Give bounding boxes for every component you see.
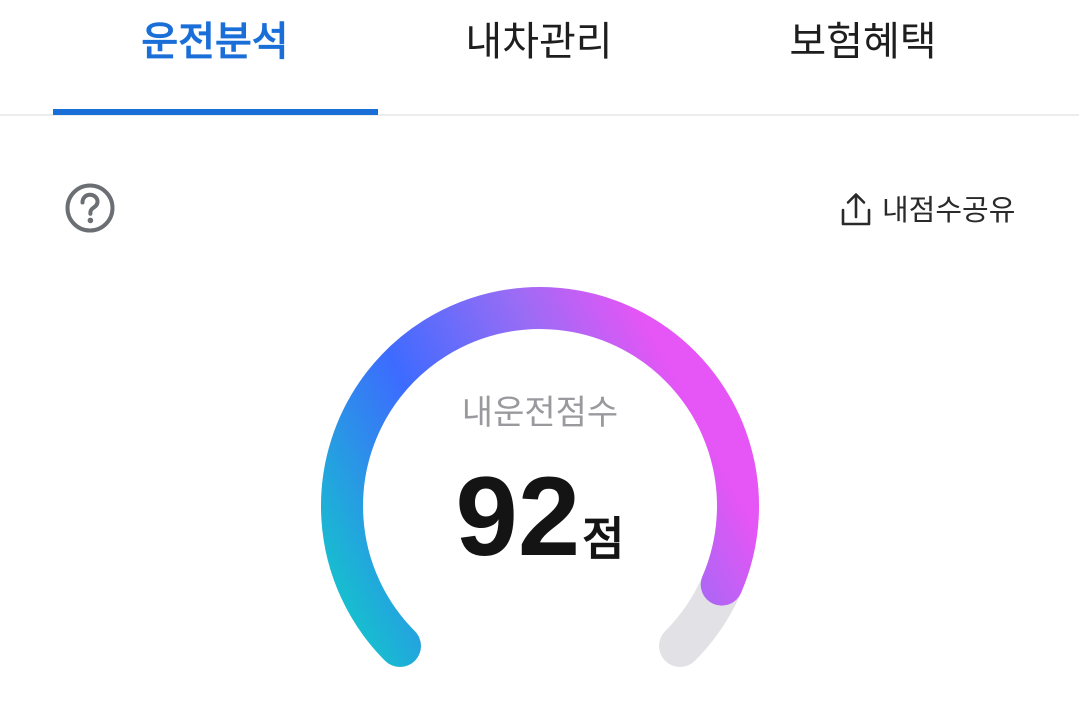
tab-driving-analysis[interactable]: 운전분석 [52, 14, 378, 74]
share-score-button[interactable]: 내점수공유 [838, 188, 1015, 232]
tab-my-car[interactable]: 내차관리 [376, 14, 702, 74]
driving-score-screen: 운전분석 내차관리 보험혜택 내점수공유 내운전점수 92점 [0, 0, 1079, 716]
tab-insurance-benefits[interactable]: 보험혜택 [700, 14, 1026, 74]
share-upload-icon [841, 193, 871, 226]
active-tab-indicator [53, 109, 378, 115]
share-score-label: 내점수공유 [882, 193, 1016, 227]
tab-bar: 운전분석 내차관리 보험혜택 [0, 0, 1079, 116]
score-unit: 점 [582, 512, 625, 566]
score-value: 92 [455, 454, 581, 579]
score-label: 내운전점수 [461, 393, 619, 433]
question-circle-icon[interactable] [64, 182, 116, 234]
score-display: 92점 [340, 461, 740, 605]
